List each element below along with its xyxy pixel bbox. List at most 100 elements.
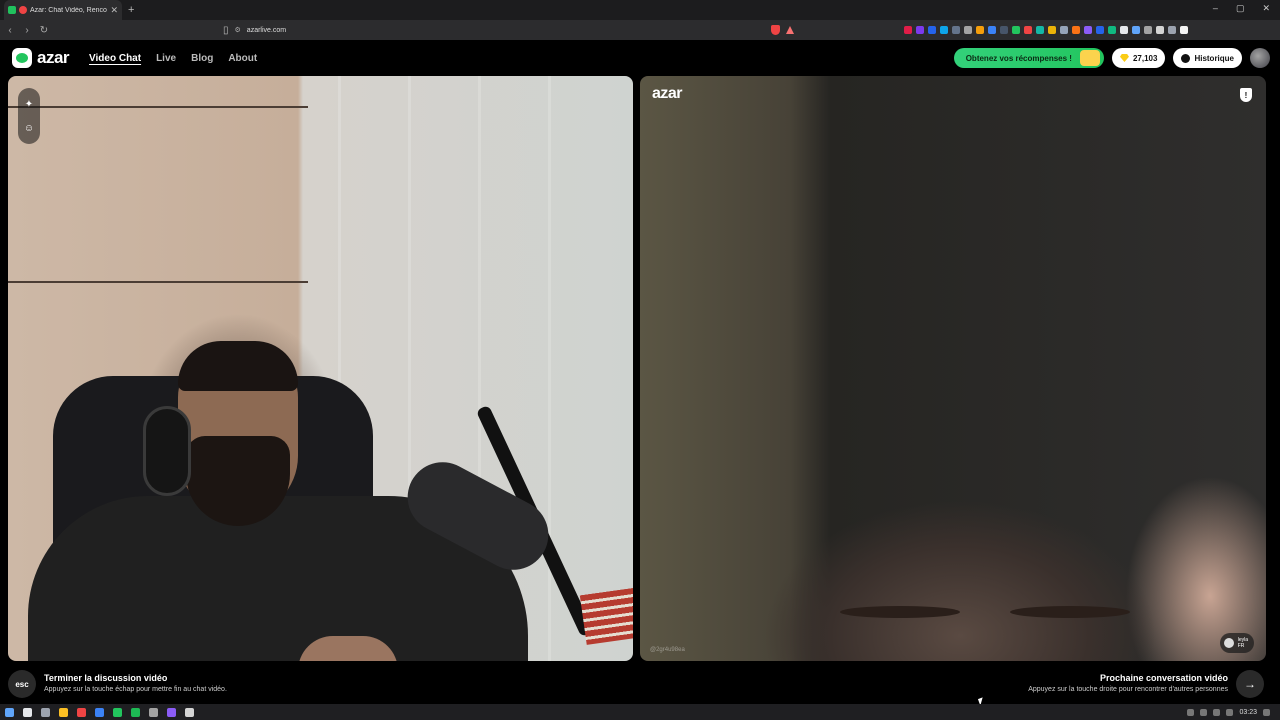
extension-icon[interactable]	[1095, 26, 1104, 34]
extension-icon[interactable]	[1179, 26, 1188, 34]
extension-icon[interactable]	[1059, 26, 1068, 34]
gem-icon	[1119, 54, 1129, 62]
nav-video-chat[interactable]: Video Chat	[89, 53, 141, 64]
tab-title: Azar: Chat Vidéo, Rencontrer	[30, 6, 107, 14]
extension-icon[interactable]	[903, 26, 912, 34]
partner-info: leyla FR	[1238, 637, 1248, 649]
history-button[interactable]: Historique	[1173, 48, 1242, 68]
bookmark-icon[interactable]: ▯	[223, 25, 229, 36]
extension-icon[interactable]	[1047, 26, 1056, 34]
clock-time[interactable]: 03:23	[1239, 709, 1257, 716]
curtain-stripe	[548, 76, 551, 661]
extension-icon[interactable]	[951, 26, 960, 34]
url-text: azarlive.com	[246, 26, 287, 34]
end-chat-text: Terminer la discussion vidéo Appuyez sur…	[44, 673, 227, 693]
next-chat-button[interactable]: →	[1236, 670, 1264, 698]
extension-icon[interactable]	[975, 26, 984, 34]
taskbar-app-icon[interactable]	[23, 707, 32, 717]
next-chat-text: Prochaine conversation vidéo Appuyez sur…	[1028, 673, 1228, 693]
recording-indicator-icon	[19, 6, 27, 14]
extension-icon[interactable]	[999, 26, 1008, 34]
tab-close-icon[interactable]: ✕	[110, 5, 118, 16]
browser-tabstrip: Azar: Chat Vidéo, Rencontrer ✕ + – ▢ ✕	[0, 0, 1280, 20]
taskbar-app-icon[interactable]	[5, 707, 14, 717]
extension-icon[interactable]	[1143, 26, 1152, 34]
back-icon[interactable]: ‹	[3, 25, 17, 36]
extension-icon[interactable]	[939, 26, 948, 34]
headphones	[143, 406, 191, 496]
partner-country: FR	[1237, 643, 1245, 649]
notification-icon[interactable]	[1263, 708, 1270, 716]
extension-icon[interactable]	[915, 26, 924, 34]
new-tab-button[interactable]: +	[128, 4, 134, 16]
user-avatar[interactable]	[1250, 48, 1270, 68]
main-nav: Video Chat Live Blog About	[89, 53, 257, 64]
volume-icon[interactable]	[1213, 708, 1221, 716]
wifi-icon[interactable]	[1200, 708, 1208, 716]
taskbar-app-icon[interactable]	[113, 707, 122, 717]
report-shield-icon[interactable]: !	[1240, 88, 1252, 102]
taskbar-app-icon[interactable]	[59, 707, 68, 717]
wall-panel-line	[8, 106, 308, 108]
nav-live[interactable]: Live	[156, 53, 176, 64]
header-actions: Obtenez vos récompenses ! 27,103 Histori…	[953, 48, 1270, 68]
azar-logo-icon	[12, 48, 32, 68]
taskbar-app-icon[interactable]	[167, 707, 176, 717]
extension-icon[interactable]	[927, 26, 936, 34]
extension-icon[interactable]	[1131, 26, 1140, 34]
tray-chevron-icon[interactable]	[1187, 708, 1195, 716]
partner-video-logo: azar	[652, 85, 683, 102]
extension-icon[interactable]	[1011, 26, 1020, 34]
extension-icon[interactable]	[1083, 26, 1092, 34]
minimize-button[interactable]: –	[1213, 3, 1218, 14]
reload-icon[interactable]: ↻	[37, 25, 51, 36]
extension-icon[interactable]	[1119, 26, 1128, 34]
video-watermark: @2gr4u98ea	[650, 647, 685, 653]
taskbar-app-icon[interactable]	[41, 707, 50, 717]
next-chat-title: Prochaine conversation vidéo	[1099, 673, 1228, 683]
azar-logo[interactable]: azar	[12, 48, 70, 68]
nav-blog[interactable]: Blog	[191, 53, 213, 64]
close-window-button[interactable]: ✕	[1262, 3, 1270, 14]
extension-icon[interactable]	[1071, 26, 1080, 34]
person-hair	[178, 341, 298, 391]
taskbar-app-icon[interactable]	[131, 707, 140, 717]
books	[579, 587, 633, 645]
effects-icon[interactable]: ✦	[25, 99, 33, 110]
extensions-area	[903, 26, 1194, 34]
brave-rewards-icon[interactable]	[785, 26, 794, 34]
brave-shield-icon[interactable]	[770, 25, 780, 35]
gems-balance-button[interactable]: 27,103	[1111, 48, 1166, 68]
address-bar[interactable]: ⚙ azarlive.com	[235, 23, 765, 37]
rewards-label: Obtenez vos récompenses !	[965, 53, 1072, 63]
extension-icon[interactable]	[963, 26, 972, 34]
taskbar-app-icon[interactable]	[149, 707, 158, 717]
taskbar-apps	[5, 707, 194, 717]
forward-icon[interactable]: ›	[20, 25, 34, 36]
sticker-icon[interactable]: ☺	[24, 123, 34, 134]
next-chat-hint: Appuyez sur la touche droite pour rencon…	[1028, 686, 1228, 693]
extension-icon[interactable]	[1155, 26, 1164, 34]
extension-icon[interactable]	[1167, 26, 1176, 34]
app-header: azar Video Chat Live Blog About Obtenez …	[0, 40, 1280, 76]
partner-profile-badge[interactable]: leyla FR	[1219, 633, 1254, 653]
rewards-button[interactable]: Obtenez vos récompenses !	[953, 48, 1104, 68]
end-chat-button[interactable]: esc	[8, 670, 36, 698]
nav-about[interactable]: About	[228, 53, 257, 64]
taskbar-app-icon[interactable]	[185, 707, 194, 717]
self-video: ✦ ☺	[8, 76, 633, 661]
language-icon[interactable]	[1226, 708, 1234, 716]
extension-icon[interactable]	[1023, 26, 1032, 34]
taskbar-app-icon[interactable]	[95, 707, 104, 717]
extension-icon[interactable]	[1107, 26, 1116, 34]
extension-icon[interactable]	[1035, 26, 1044, 34]
site-info-icon[interactable]: ⚙	[235, 26, 241, 34]
browser-tab[interactable]: Azar: Chat Vidéo, Rencontrer ✕	[4, 0, 122, 20]
azar-favicon-icon	[8, 6, 16, 14]
maximize-button[interactable]: ▢	[1236, 3, 1245, 14]
browser-toolbar: ‹ › ↻ ▯ ⚙ azarlive.com	[0, 20, 1280, 40]
taskbar-app-icon[interactable]	[77, 707, 86, 717]
end-chat-hint: Appuyez sur la touche échap pour mettre …	[44, 686, 227, 693]
extension-icon[interactable]	[987, 26, 996, 34]
gems-count: 27,103	[1132, 53, 1158, 63]
